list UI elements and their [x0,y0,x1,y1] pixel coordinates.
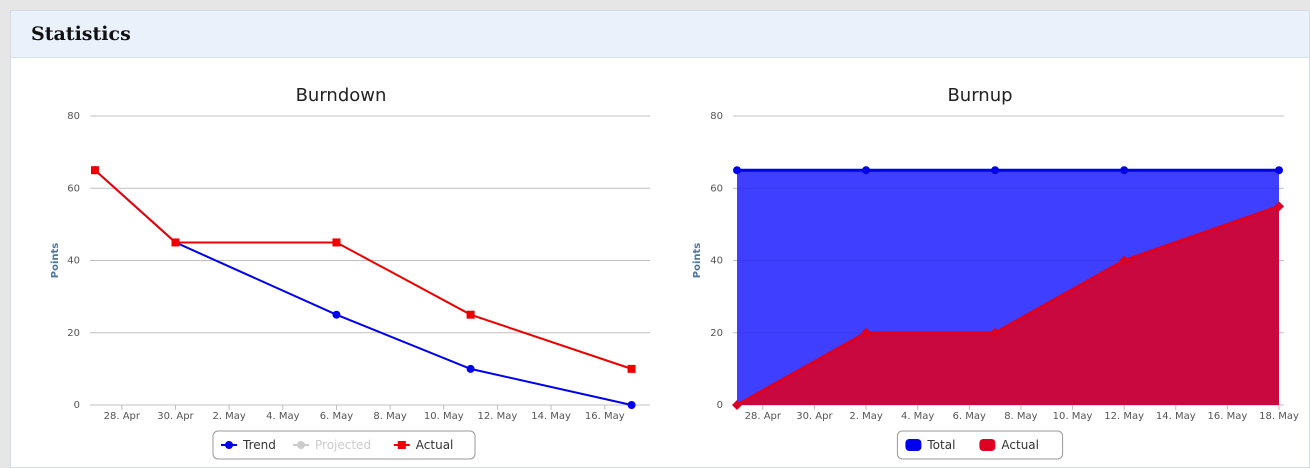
legend-marker [297,441,305,449]
x-tick-label: 8. May [373,411,406,422]
legend-item-actual[interactable]: Actual [979,438,1039,452]
legend-label: Actual [416,438,454,452]
y-tick-label: 80 [710,111,723,122]
legend: Total Actual [896,430,1064,460]
actual-line [94,169,632,370]
y-tick-label: 60 [67,183,80,194]
total-point [991,166,1000,175]
total-point [862,166,871,175]
legend-marker [397,441,406,449]
legend-label: Projected [315,438,371,452]
y-tick-label: 60 [710,183,723,194]
total-point [733,166,741,175]
actual-point [171,238,180,247]
total-point [1275,166,1283,175]
x-tick-label: 4. May [901,411,934,422]
actual-point [627,364,636,373]
y-tick-label: 20 [710,328,723,339]
x-tick-label: 10. May [1053,411,1093,422]
actual-point [91,166,99,175]
legend-label: Actual [1001,438,1039,452]
y-axis-label: Points [50,243,61,279]
y-tick-label: 0 [74,400,80,411]
actual-point [466,310,475,319]
actual-point [332,238,341,247]
x-tick-label: 10. May [424,411,464,422]
trend-point [627,401,636,409]
x-tick-label: 6. May [953,411,986,422]
y-tick-label: 20 [67,328,80,339]
x-tick-label: 28. Apr [104,411,141,422]
legend-swatch [979,439,996,451]
chart-title: Burnup [947,85,1012,106]
x-tick-label: 2. May [849,411,882,422]
x-tick-label: 4. May [266,411,299,422]
burnup-chart: Burnup Points 0 20 40 60 80 28. Apr 30. Apr 2. Ma… [692,85,1299,460]
y-tick-label: 40 [67,256,80,267]
x-tick-label: 16. May [1207,411,1247,422]
x-tick-label: 28. Apr [745,411,782,422]
trend-point [466,364,475,373]
legend-swatch [905,439,922,451]
x-tick-label: 6. May [320,411,353,422]
y-tick-label: 0 [717,400,723,411]
x-tick-label: 16. May [585,411,625,422]
burndown-chart: Burndown Points 0 20 40 60 80 28. Apr 30. Apr 2. … [50,85,650,460]
y-tick-label: 80 [67,111,80,122]
x-tick-label: 14. May [531,411,571,422]
trend-line [94,169,632,406]
charts-svg: Burndown Points 0 20 40 60 80 28. Apr 30. Apr 2. … [50,85,1299,460]
x-tick-label: 12. May [1104,411,1144,422]
x-tick-label: 2. May [212,411,245,422]
legend-label: Total [926,438,955,452]
x-tick-label: 8. May [1004,411,1037,422]
y-tick-label: 40 [710,256,723,267]
x-tick-label: 12. May [478,411,518,422]
x-tick-label: 14. May [1156,411,1196,422]
x-tick-label: 30. Apr [796,411,833,422]
legend-item-total[interactable]: Total [905,438,955,452]
total-point [1120,166,1129,175]
legend: Trend Projected Actual [212,430,476,460]
x-tick-label: 18. May [1259,411,1299,422]
trend-point [332,310,341,319]
legend-marker [225,441,233,449]
y-axis-label: Points [692,243,703,279]
x-tick-label: 30. Apr [157,411,194,422]
chart-title: Burndown [296,85,387,106]
legend-label: Trend [242,438,276,452]
